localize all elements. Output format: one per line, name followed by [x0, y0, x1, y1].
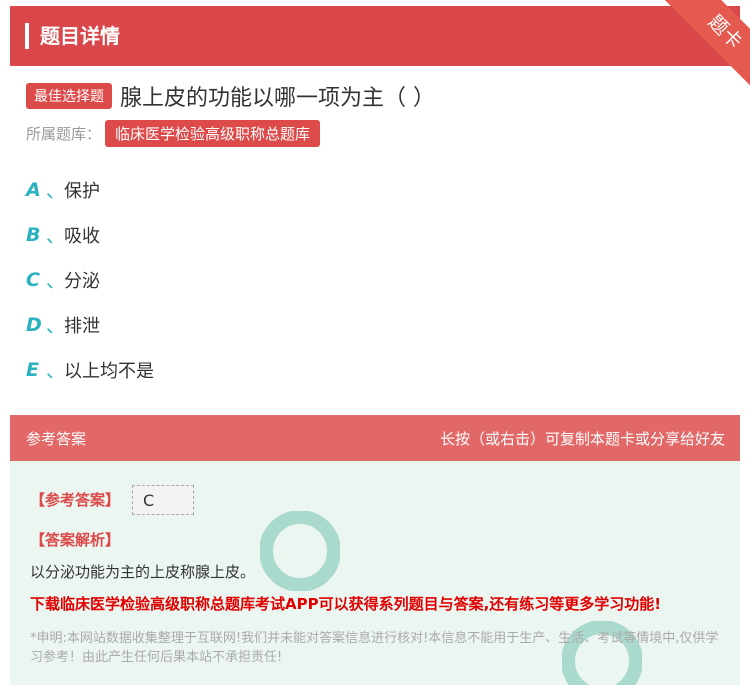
- option-text: 保护: [64, 180, 100, 202]
- explanation-title: 【答案解析】: [30, 531, 121, 549]
- corner-ribbon: 题卡: [650, 0, 750, 90]
- question-bank-row: 所属题库： 临床医学检验高级职称总题库: [26, 120, 321, 147]
- copy-share-hint: 长按（或右击）可复制本题卡或分享给好友: [439, 430, 725, 448]
- option-a[interactable]: A 、 保护: [26, 176, 100, 203]
- question-row: 最佳选择题 腺上皮的功能以哪一项为主（ ）: [26, 80, 435, 112]
- option-text: 分泌: [64, 270, 100, 292]
- option-c[interactable]: C 、 分泌: [26, 266, 100, 293]
- answer-title: 【参考答案】: [30, 491, 121, 509]
- option-separator: 、: [46, 225, 66, 247]
- option-separator: 、: [46, 315, 66, 337]
- option-separator: 、: [46, 270, 66, 292]
- answer-value: C: [132, 485, 194, 515]
- option-d[interactable]: D 、 排泄: [26, 311, 100, 338]
- option-letter: E: [26, 358, 39, 381]
- option-text: 吸收: [64, 225, 100, 247]
- option-b[interactable]: B 、 吸收: [26, 221, 100, 248]
- option-e[interactable]: E 、 以上均不是: [26, 356, 154, 383]
- option-separator: 、: [46, 180, 66, 202]
- option-letter: C: [26, 268, 40, 291]
- page-title: 题目详情: [40, 24, 120, 48]
- disclaimer-text: *申明:本网站数据收集整理于互联网!我们并未能对答案信息进行核对!本信息不能用于…: [30, 631, 719, 665]
- answer-panel: 【参考答案】 C 【答案解析】 以分泌功能为主的上皮称腺上皮。 下载临床医学检验…: [10, 461, 740, 685]
- answer-header-label: 参考答案: [26, 430, 87, 448]
- question-text: 腺上皮的功能以哪一项为主（ ）: [120, 86, 435, 111]
- explanation-text: 以分泌功能为主的上皮称腺上皮。: [30, 563, 256, 581]
- option-text: 以上均不是: [64, 360, 154, 382]
- watermark-logo-icon: [260, 511, 340, 591]
- option-letter: B: [26, 223, 41, 246]
- app-download-promo[interactable]: 下载临床医学检验高级职称总题库考试APP可以获得系列题目与答案,还有练习等更多学…: [30, 593, 661, 614]
- option-letter: D: [26, 313, 42, 336]
- bank-label: 所属题库：: [26, 125, 102, 143]
- bank-link[interactable]: 临床医学检验高级职称总题库: [105, 120, 321, 147]
- page-header: 题目详情: [10, 6, 740, 66]
- option-separator: 、: [46, 360, 66, 382]
- answer-header: 参考答案 长按（或右击）可复制本题卡或分享给好友: [10, 415, 740, 461]
- header-accent-bar: [25, 23, 29, 49]
- corner-badge: 题卡: [664, 0, 750, 90]
- option-text: 排泄: [64, 315, 100, 337]
- question-type-tag: 最佳选择题: [26, 83, 112, 109]
- option-letter: A: [26, 178, 41, 201]
